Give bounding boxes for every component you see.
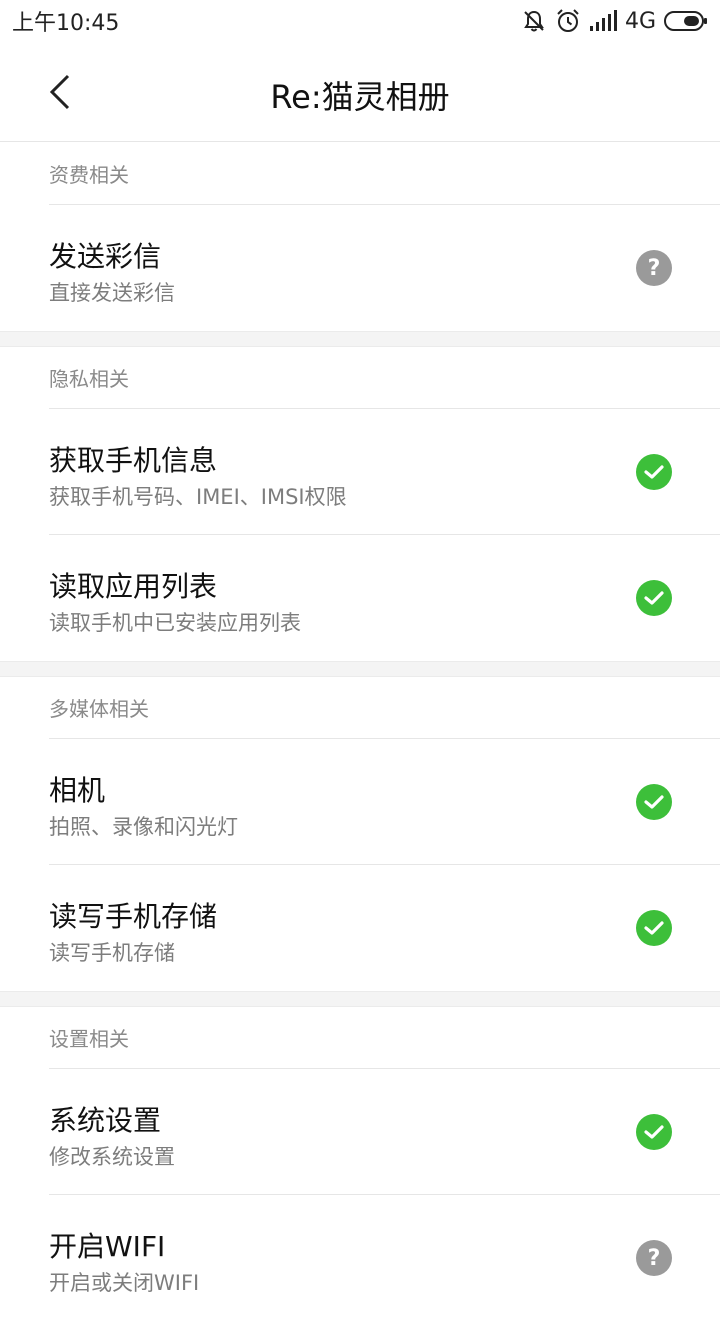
app-bar: Re:猫灵相册	[0, 42, 720, 142]
section-header: 隐私相关	[49, 347, 720, 409]
permission-row[interactable]: 相机拍照、录像和闪光灯	[49, 739, 720, 865]
permission-row[interactable]: 发送彩信直接发送彩信?	[49, 205, 720, 331]
granted-check-icon[interactable]	[636, 454, 672, 490]
mute-bell-icon	[524, 10, 544, 32]
permission-row[interactable]: 系统设置修改系统设置	[49, 1069, 720, 1195]
permission-title: 获取手机信息	[49, 444, 218, 477]
permission-title: 发送彩信	[49, 240, 162, 273]
page-title: Re:猫灵相册	[270, 78, 450, 116]
permission-title: 读取应用列表	[49, 570, 218, 603]
alarm-icon	[557, 9, 579, 32]
section-divider	[0, 331, 720, 347]
battery-icon	[664, 11, 707, 31]
permission-description: 读取手机中已安装应用列表	[49, 611, 301, 635]
permission-title: 读写手机存储	[49, 900, 218, 933]
granted-check-icon[interactable]	[636, 580, 672, 616]
permission-title: 系统设置	[49, 1104, 162, 1137]
permission-list: 资费相关 发送彩信 直接发送彩信? 隐私相关 获取手机信息 获取手机号码、IMEI、IMS…	[0, 143, 720, 1321]
permission-description: 拍照、录像和闪光灯	[49, 815, 238, 839]
status-bar: 上午10:45 4G	[0, 0, 720, 42]
section-divider	[0, 661, 720, 677]
permission-description: 直接发送彩信	[49, 281, 175, 305]
permission-description: 获取手机号码、IMEI、IMSI权限	[49, 485, 347, 509]
permission-section: 设置相关系统设置修改系统设置开启WIFI 开启或关闭WIFI?	[0, 1007, 720, 1321]
section-divider	[0, 991, 720, 1007]
ask-question-icon[interactable]: ?	[636, 1240, 672, 1276]
permission-description: 修改系统设置	[49, 1145, 175, 1169]
permission-row[interactable]: 获取手机信息获取手机号码、IMEI、IMSI权限	[49, 409, 720, 535]
permission-title: 相机	[49, 774, 106, 807]
section-header: 资费相关	[49, 143, 720, 205]
granted-check-icon[interactable]	[636, 784, 672, 820]
section-header: 多媒体相关	[49, 677, 720, 739]
permission-row[interactable]: 读取应用列表读取手机中已安装应用列表	[49, 535, 720, 661]
permission-title: 开启WIFI	[49, 1230, 166, 1263]
granted-check-icon[interactable]	[636, 910, 672, 946]
permission-description: 开启或关闭WIFI	[49, 1271, 200, 1295]
status-time: 上午10:45	[12, 11, 120, 36]
permission-row[interactable]: 读写手机存储 读写手机存储	[49, 865, 720, 991]
granted-check-icon[interactable]	[636, 1114, 672, 1150]
network-type: 4G	[624, 8, 656, 34]
status-icons: 4G	[521, 8, 708, 34]
ask-question-icon[interactable]: ?	[636, 250, 672, 286]
permission-row[interactable]: 开启WIFI 开启或关闭WIFI?	[49, 1195, 720, 1321]
permission-description: 读写手机存储	[49, 941, 175, 965]
signal-icon	[589, 10, 617, 31]
section-header: 设置相关	[49, 1007, 720, 1069]
permission-section: 资费相关发送彩信直接发送彩信?	[0, 143, 720, 331]
permission-section: 隐私相关获取手机信息获取手机号码、IMEI、IMSI权限读取应用列表读取手机中已…	[0, 347, 720, 661]
permission-section: 多媒体相关 相机 拍照、录像和闪光灯 读写手机存储 读写手机存储	[0, 677, 720, 991]
